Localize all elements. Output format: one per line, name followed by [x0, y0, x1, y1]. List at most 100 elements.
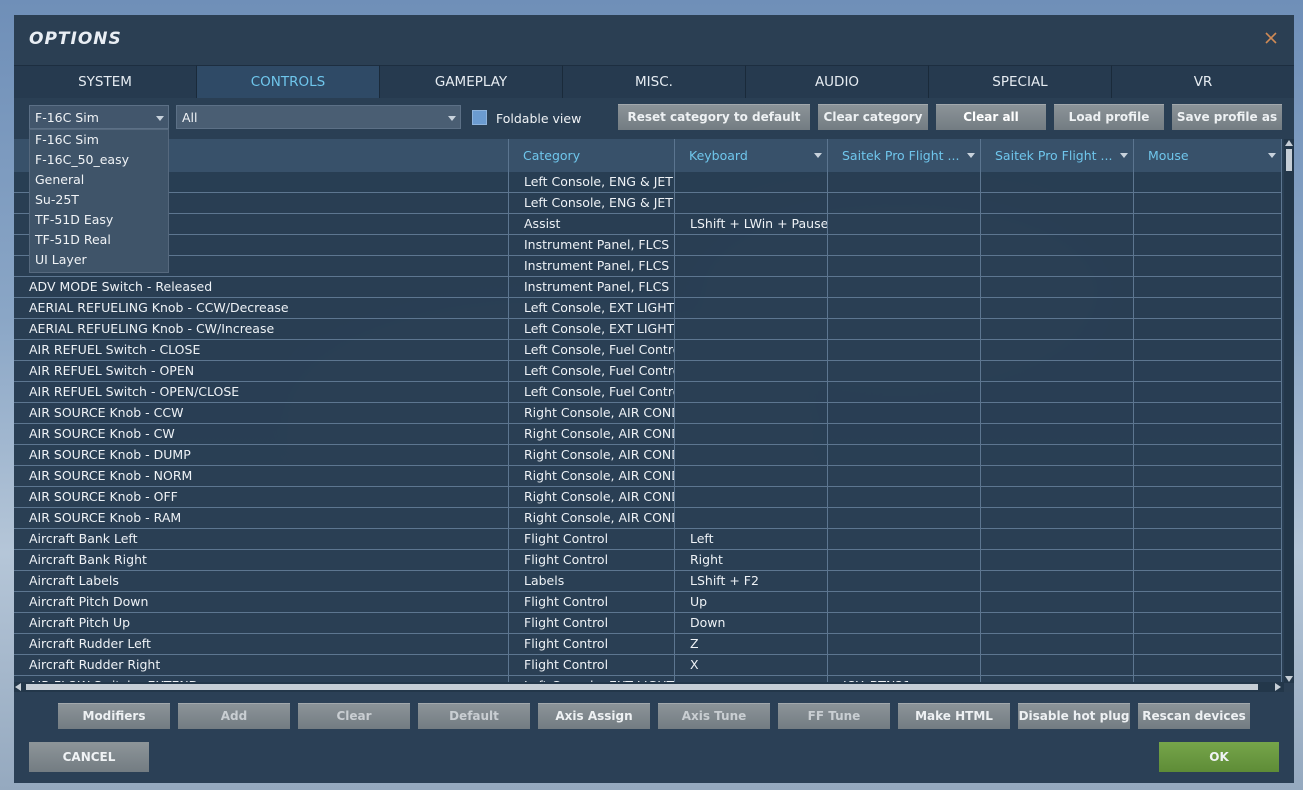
table-row[interactable]: ADV MODE Switch - Released Instrument Pan…: [14, 277, 1282, 298]
dropdown-option[interactable]: UI Layer: [30, 250, 168, 270]
table-row[interactable]: AIR SOURCE Knob - CCW Right Console, AIR …: [14, 403, 1282, 424]
axis-tune-button[interactable]: Axis Tune: [658, 703, 770, 729]
header-saitek-1[interactable]: Saitek Pro Flight ...: [828, 139, 981, 172]
saitek-2-cell: [981, 634, 1134, 654]
aircraft-select[interactable]: F-16C Sim: [29, 105, 169, 129]
header-keyboard-label: Keyboard: [689, 148, 748, 163]
table-row[interactable]: DATA/NORMLeft Console, ENG & JET S: [14, 193, 1282, 214]
dropdown-option[interactable]: TF-51D Easy: [30, 210, 168, 230]
saitek-2-cell: [981, 655, 1134, 675]
ff-tune-button[interactable]: FF Tune: [778, 703, 890, 729]
dropdown-option[interactable]: TF-51D Real: [30, 230, 168, 250]
tab-system[interactable]: SYSTEM: [14, 65, 197, 98]
table-row[interactable]: AIR SOURCE Knob - CW Right Console, AIR C…: [14, 424, 1282, 445]
table-row[interactable]: AIR REFUEL Switch - CLOSE Left Console, F…: [14, 340, 1282, 361]
rescan-devices-button[interactable]: Rescan devices: [1138, 703, 1250, 729]
action-cell: AERIAL REFUELING Knob - CCW/Decrease: [14, 298, 509, 318]
table-row[interactable]: Aircraft Bank Right Flight Control Right: [14, 550, 1282, 571]
foldable-view-checkbox[interactable]: [472, 110, 487, 125]
table-row[interactable]: AIR SOURCE Knob - NORM Right Console, AIR…: [14, 466, 1282, 487]
scroll-down-icon[interactable]: [1285, 676, 1293, 682]
table-row[interactable]: AERIAL REFUELING Knob - CCW/Decrease Left…: [14, 298, 1282, 319]
mouse-cell: [1134, 550, 1282, 570]
load-profile-button[interactable]: Load profile: [1054, 104, 1164, 130]
tab-vr[interactable]: VR: [1112, 65, 1294, 98]
action-cell: AERIAL REFUELING Knob - CW/Increase: [14, 319, 509, 339]
close-icon[interactable]: [1260, 27, 1282, 49]
scroll-left-icon[interactable]: [15, 683, 21, 691]
table-row[interactable]: pressed/ReleasedInstrument Panel, FLCS: [14, 256, 1282, 277]
saitek-1-cell: [828, 592, 981, 612]
keyboard-cell: [675, 256, 828, 276]
ok-button[interactable]: OK: [1159, 742, 1279, 772]
saitek-1-cell: [828, 403, 981, 423]
make-html-button[interactable]: Make HTML: [898, 703, 1010, 729]
chevron-down-icon: [1268, 153, 1276, 158]
table-row[interactable]: AIR SOURCE Knob - DUMP Right Console, AIR…: [14, 445, 1282, 466]
dropdown-option[interactable]: F-16C_50_easy: [30, 150, 168, 170]
category-select[interactable]: All: [176, 105, 461, 129]
vertical-scroll-thumb[interactable]: [1286, 149, 1292, 171]
keyboard-cell: Right: [675, 550, 828, 570]
dropdown-option[interactable]: F-16C Sim: [30, 130, 168, 150]
dropdown-option[interactable]: General: [30, 170, 168, 190]
category-cell: Left Console, EXT LIGHTIN: [509, 319, 675, 339]
tab-gameplay[interactable]: GAMEPLAY: [380, 65, 563, 98]
axis-assign-button[interactable]: Axis Assign: [538, 703, 650, 729]
table-row[interactable]: Aircraft Labels Labels LShift + F2: [14, 571, 1282, 592]
clear-category-button[interactable]: Clear category: [818, 104, 928, 130]
table-row[interactable]: AIR REFUEL Switch - OPEN Left Console, Fu…: [14, 361, 1282, 382]
table-row[interactable]: AERIAL REFUELING Knob - CW/Increase Left …: [14, 319, 1282, 340]
keyboard-cell: [675, 403, 828, 423]
header-mouse[interactable]: Mouse: [1134, 139, 1282, 172]
tab-misc[interactable]: MISC.: [563, 65, 746, 98]
tab-controls[interactable]: CONTROLS: [197, 65, 380, 98]
scroll-up-icon[interactable]: [1285, 140, 1293, 146]
default-button[interactable]: Default: [418, 703, 530, 729]
modifiers-button[interactable]: Modifiers: [58, 703, 170, 729]
table-row[interactable]: AIR SOURCE Knob - RAM Right Console, AIR …: [14, 508, 1282, 529]
save-profile-button[interactable]: Save profile as: [1172, 104, 1282, 130]
tab-special[interactable]: SPECIAL: [929, 65, 1112, 98]
table-row[interactable]: AIR SOURCE Knob - OFF Right Console, AIR …: [14, 487, 1282, 508]
mouse-cell: [1134, 340, 1282, 360]
header-saitek-1-label: Saitek Pro Flight ...: [842, 148, 960, 163]
action-cell: AIR SOURCE Knob - CCW: [14, 403, 509, 423]
clear-all-button[interactable]: Clear all: [936, 104, 1046, 130]
table-row[interactable]: Aircraft Pitch Down Flight Control Up: [14, 592, 1282, 613]
vertical-scrollbar[interactable]: [1284, 139, 1294, 683]
reset-category-button[interactable]: Reset category to default: [618, 104, 810, 130]
horizontal-scrollbar[interactable]: [14, 682, 1284, 692]
table-row[interactable]: pressedInstrument Panel, FLCS: [14, 235, 1282, 256]
category-cell: Left Console, ENG & JET S: [509, 193, 675, 213]
horizontal-scroll-thumb[interactable]: [26, 684, 1258, 690]
table-row[interactable]: Aircraft Rudder Right Flight Control X: [14, 655, 1282, 676]
mouse-cell: [1134, 487, 1282, 507]
table-row[interactable]: Aircraft Rudder Left Flight Control Z: [14, 634, 1282, 655]
dropdown-option[interactable]: Su-25T: [30, 190, 168, 210]
cancel-button[interactable]: CANCEL: [29, 742, 149, 772]
table-row[interactable]: ESET/NORMLeft Console, ENG & JET S: [14, 172, 1282, 193]
add-button[interactable]: Add: [178, 703, 290, 729]
mouse-cell: [1134, 508, 1282, 528]
category-cell: Right Console, AIR COND: [509, 508, 675, 528]
action-bar: Modifiers Add Clear Default Axis Assign …: [14, 692, 1294, 783]
table-row[interactable]: Aircraft Pitch Up Flight Control Down: [14, 613, 1282, 634]
header-category[interactable]: Category: [509, 139, 675, 172]
scroll-right-icon[interactable]: [1275, 683, 1281, 691]
saitek-1-cell: [828, 277, 981, 297]
header-saitek-2[interactable]: Saitek Pro Flight ...: [981, 139, 1134, 172]
tab-audio[interactable]: AUDIO: [746, 65, 929, 98]
action-cell: AIR SOURCE Knob - RAM: [14, 508, 509, 528]
action-cell: AIR SOURCE Knob - CW: [14, 424, 509, 444]
saitek-1-cell: [828, 613, 981, 633]
chevron-down-icon: [814, 153, 822, 158]
header-keyboard[interactable]: Keyboard: [675, 139, 828, 172]
table-row[interactable]: Aircraft Bank Left Flight Control Left: [14, 529, 1282, 550]
saitek-1-cell: [828, 508, 981, 528]
disable-hot-plug-button[interactable]: Disable hot plug: [1018, 703, 1130, 729]
keyboard-cell: [675, 298, 828, 318]
clear-button[interactable]: Clear: [298, 703, 410, 729]
table-row[interactable]: AIR REFUEL Switch - OPEN/CLOSE Left Conso…: [14, 382, 1282, 403]
table-row[interactable]: Assist LShift + LWin + Pause: [14, 214, 1282, 235]
